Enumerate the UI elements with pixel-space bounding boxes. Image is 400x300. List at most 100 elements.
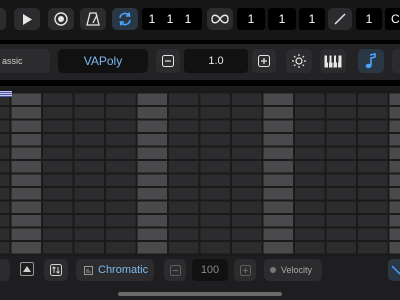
grid-cell[interactable]	[43, 107, 73, 119]
grid-cell[interactable]	[358, 161, 388, 173]
grid-cell[interactable]	[43, 93, 73, 106]
grid-cell[interactable]	[0, 107, 10, 119]
grid-cell[interactable]	[169, 107, 199, 119]
grid-cell[interactable]	[232, 174, 262, 187]
grid-cell[interactable]	[137, 188, 168, 200]
grid-cell[interactable]	[74, 228, 105, 241]
grid-cell[interactable]	[326, 228, 357, 241]
grid-cell[interactable]	[263, 215, 294, 227]
grid-cell[interactable]	[106, 174, 136, 187]
grid-cell[interactable]	[358, 242, 388, 254]
play-button[interactable]	[14, 8, 40, 30]
grid-cell[interactable]	[43, 228, 73, 241]
grid-cell[interactable]	[43, 215, 73, 227]
grid-cell[interactable]	[11, 201, 42, 214]
grid-cell[interactable]	[389, 188, 400, 200]
scale-selector[interactable]: Chromatic	[76, 259, 154, 281]
step-grid-canvas[interactable]	[0, 90, 400, 256]
value-field[interactable]: 1.0	[184, 49, 248, 73]
grid-cell[interactable]	[389, 93, 400, 106]
grid-cell[interactable]	[137, 215, 168, 227]
grid-cell[interactable]	[263, 174, 294, 187]
grid-cell[interactable]	[200, 134, 231, 146]
sort-button[interactable]	[44, 259, 68, 281]
grid-cell[interactable]	[11, 107, 42, 119]
position-display[interactable]: 1 1 1	[142, 8, 202, 30]
cycle-beat-field[interactable]: 1	[268, 8, 296, 30]
scroll-up-button[interactable]	[20, 262, 34, 276]
grid-cell[interactable]	[106, 242, 136, 254]
grid-cell[interactable]	[232, 201, 262, 214]
slope-button[interactable]	[328, 8, 352, 30]
grid-cell[interactable]	[358, 215, 388, 227]
grid-cell[interactable]	[74, 242, 105, 254]
grid-cell[interactable]	[169, 93, 199, 106]
grid-cell[interactable]	[326, 242, 357, 254]
grid-cell[interactable]	[263, 120, 294, 133]
grid-cell[interactable]	[200, 215, 231, 227]
grid-cell[interactable]	[137, 228, 168, 241]
grid-cell[interactable]	[326, 147, 357, 160]
grid-cell[interactable]	[358, 174, 388, 187]
grid-cell[interactable]	[326, 161, 357, 173]
grid-cell[interactable]	[137, 147, 168, 160]
grid-cell[interactable]	[358, 201, 388, 214]
grid-cell[interactable]	[389, 161, 400, 173]
grid-cell[interactable]	[0, 215, 10, 227]
grid-cell[interactable]	[43, 147, 73, 160]
grid-cell[interactable]	[295, 174, 325, 187]
grid-cell[interactable]	[200, 161, 231, 173]
grid-cell[interactable]	[263, 134, 294, 146]
grid-cell[interactable]	[263, 147, 294, 160]
grid-cell[interactable]	[43, 161, 73, 173]
grid-cell[interactable]	[137, 120, 168, 133]
grid-cell[interactable]	[295, 188, 325, 200]
grid-cell[interactable]	[295, 161, 325, 173]
grid-cell[interactable]	[263, 188, 294, 200]
grid-cell[interactable]	[169, 228, 199, 241]
grid-cell[interactable]	[232, 188, 262, 200]
mute-button[interactable]	[388, 259, 400, 281]
grid-cell[interactable]	[389, 242, 400, 254]
grid-cell[interactable]	[169, 174, 199, 187]
grid-cell[interactable]	[295, 134, 325, 146]
cycle-bar-field[interactable]: 1	[237, 8, 265, 30]
grid-cell[interactable]	[169, 120, 199, 133]
cycle-button[interactable]	[112, 8, 138, 30]
decrement-button[interactable]	[156, 49, 180, 73]
grid-cell[interactable]	[263, 161, 294, 173]
velocity-decrement-button[interactable]	[164, 259, 186, 281]
grid-cell[interactable]	[11, 215, 42, 227]
grid-cell[interactable]	[200, 242, 231, 254]
grid-cell[interactable]	[295, 228, 325, 241]
grid-cell[interactable]	[326, 215, 357, 227]
grid-cell[interactable]	[389, 174, 400, 187]
grid-cell[interactable]	[295, 215, 325, 227]
grid-cell[interactable]	[295, 242, 325, 254]
grid-cell[interactable]	[326, 201, 357, 214]
grid-cell[interactable]	[137, 93, 168, 106]
grid-cell[interactable]	[200, 228, 231, 241]
grid-cell[interactable]	[295, 120, 325, 133]
grid-cell[interactable]	[263, 242, 294, 254]
grid-cell[interactable]	[74, 147, 105, 160]
grid-cell[interactable]	[74, 174, 105, 187]
grid-cell[interactable]	[358, 107, 388, 119]
grid-cell[interactable]	[295, 147, 325, 160]
overflow-button[interactable]	[392, 49, 400, 73]
grid-cell[interactable]	[11, 161, 42, 173]
grid-cell[interactable]	[232, 120, 262, 133]
metronome-button[interactable]	[80, 8, 106, 30]
grid-cell[interactable]	[263, 201, 294, 214]
grid-cell[interactable]	[232, 215, 262, 227]
grid-cell[interactable]	[232, 147, 262, 160]
keyboard-button[interactable]	[320, 49, 346, 73]
grid-cell[interactable]	[74, 201, 105, 214]
grid-cell[interactable]	[11, 120, 42, 133]
grid-cell[interactable]	[232, 107, 262, 119]
grid-cell[interactable]	[358, 134, 388, 146]
grid-cell[interactable]	[263, 228, 294, 241]
grid-cell[interactable]	[389, 215, 400, 227]
grid-cell[interactable]	[0, 134, 10, 146]
grid-cell[interactable]	[326, 107, 357, 119]
